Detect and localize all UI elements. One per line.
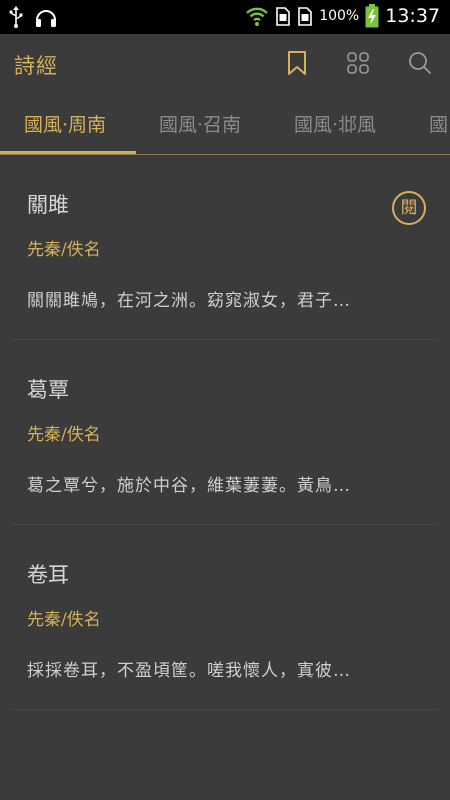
poem-title: 卷耳 bbox=[27, 563, 69, 587]
list-item[interactable]: 葛覃 先秦/佚名 葛之覃兮，施於中谷，維葉萋萋。黃鳥… bbox=[12, 340, 438, 525]
battery-percent: 100% bbox=[319, 8, 360, 24]
status-time: 13:37 bbox=[385, 5, 440, 27]
app-header: 詩經 bbox=[0, 34, 450, 96]
headset-icon bbox=[34, 6, 58, 28]
tab-guofeng-beifeng[interactable]: 國風·邶風 bbox=[294, 110, 376, 137]
category-tabs: 國風·周南 國風·召南 國風·邶風 國 bbox=[0, 96, 450, 155]
status-bar: 100% 13:37 bbox=[0, 0, 450, 34]
list-item[interactable]: 卷耳 先秦/佚名 採採卷耳，不盈頃筐。嗟我懷人，寘彼… bbox=[12, 525, 438, 710]
poem-excerpt: 葛之覃兮，施於中谷，維葉萋萋。黃鳥… bbox=[27, 476, 351, 496]
tab-next-partial[interactable]: 國 bbox=[429, 110, 448, 137]
poem-title: 葛覃 bbox=[27, 378, 69, 402]
tab-guofeng-shaonan[interactable]: 國風·召南 bbox=[159, 110, 241, 137]
poem-author: 先秦/佚名 bbox=[27, 610, 101, 630]
search-icon[interactable] bbox=[408, 51, 432, 75]
poem-excerpt: 關關雎鳩，在河之洲。窈窕淑女，君子… bbox=[27, 291, 351, 311]
grid-icon[interactable] bbox=[346, 51, 370, 75]
poem-title: 關雎 bbox=[27, 193, 69, 217]
app-title: 詩經 bbox=[14, 54, 58, 78]
usb-icon bbox=[8, 6, 24, 28]
poem-excerpt: 採採卷耳，不盈頃筐。嗟我懷人，寘彼… bbox=[27, 661, 351, 681]
active-tab-indicator bbox=[0, 151, 136, 154]
list-item[interactable]: 關雎 閱 先秦/佚名 關關雎鳩，在河之洲。窈窕淑女，君子… bbox=[12, 155, 438, 340]
read-badge-icon: 閱 bbox=[392, 191, 426, 225]
battery-charging-icon bbox=[365, 4, 379, 28]
poem-list: 關雎 閱 先秦/佚名 關關雎鳩，在河之洲。窈窕淑女，君子… 葛覃 先秦/佚名 葛… bbox=[0, 155, 450, 710]
bookmark-icon[interactable] bbox=[286, 50, 308, 76]
sim-card-icon bbox=[275, 5, 291, 27]
tab-guofeng-zhounan[interactable]: 國風·周南 bbox=[24, 110, 106, 137]
poem-author: 先秦/佚名 bbox=[27, 425, 101, 445]
sim-card-icon bbox=[297, 5, 313, 27]
poem-author: 先秦/佚名 bbox=[27, 240, 101, 260]
wifi-icon bbox=[245, 5, 269, 27]
